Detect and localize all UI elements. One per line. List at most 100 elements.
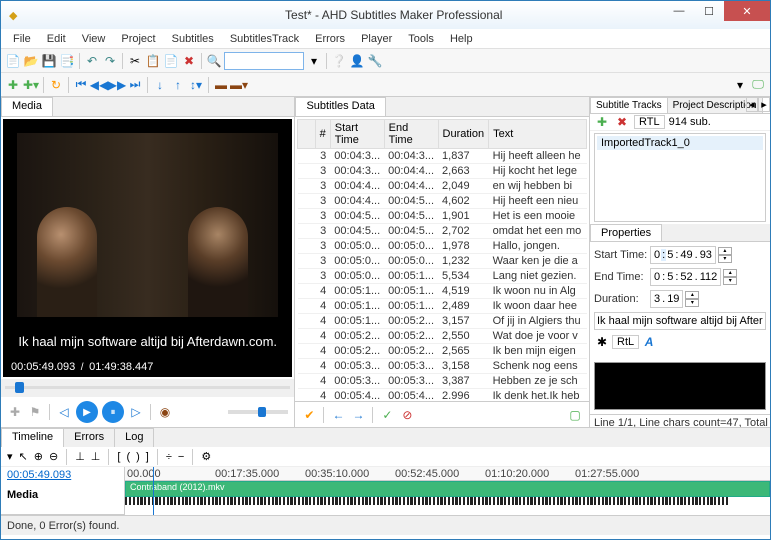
table-row[interactable]: 400:05:4...00:05:4...2,996Ik denk het.Ik… — [298, 389, 587, 400]
settings-icon[interactable]: 🔧 — [367, 53, 383, 69]
menu-help[interactable]: Help — [442, 31, 481, 47]
tab-nav-right-icon[interactable]: ▸ — [758, 97, 770, 112]
search-icon[interactable]: 🔍 — [206, 53, 222, 69]
apply-icon[interactable]: ✓ — [379, 407, 395, 423]
rtl-button[interactable]: RTL — [634, 115, 665, 129]
menu-edit[interactable]: Edit — [39, 31, 74, 47]
gear-icon[interactable]: ⚙ — [201, 450, 211, 463]
end-time-input[interactable]: 0 : 5 : 52 . 112 — [650, 268, 721, 286]
table-row[interactable]: 400:05:2...00:05:2...2,565Ik ben mijn ei… — [298, 344, 587, 359]
timeline-tab[interactable]: Timeline — [1, 428, 64, 447]
properties-tab[interactable]: Properties — [590, 224, 662, 241]
col-end[interactable]: End Time — [384, 120, 438, 149]
table-row[interactable]: 400:05:1...00:05:1...4,519Ik woon nu in … — [298, 284, 587, 299]
minimize-button[interactable]: — — [664, 1, 694, 21]
box-icon[interactable]: ▢ — [567, 407, 583, 423]
rtl-text-button[interactable]: RtL — [612, 335, 639, 349]
marker-up-icon[interactable]: ↑ — [170, 77, 186, 93]
table-row[interactable]: 400:05:2...00:05:2...2,550Wat doe je voo… — [298, 329, 587, 344]
pointer-tool-icon[interactable]: ↖ — [19, 450, 28, 463]
open-bracket-icon[interactable]: [ — [117, 451, 120, 463]
remove-track-icon[interactable]: ✖ — [614, 114, 630, 130]
copy-icon[interactable]: 📋 — [145, 53, 161, 69]
table-row[interactable]: 400:05:3...00:05:3...3,387Hebben ze je s… — [298, 374, 587, 389]
col-num[interactable]: # — [315, 120, 330, 149]
bracket-out-icon[interactable]: ⊥ — [91, 450, 101, 463]
close-bracket-icon[interactable]: ] — [146, 451, 149, 463]
errors-tab[interactable]: Errors — [63, 428, 115, 447]
playhead[interactable] — [153, 467, 154, 515]
tracks-list[interactable]: ImportedTrack1_0 — [594, 133, 766, 222]
cut-icon[interactable]: ✂ — [127, 53, 143, 69]
timeline-ruler[interactable]: 00.000 00:17:35.000 00:35:10.000 00:52:4… — [125, 467, 770, 481]
media-track-clip[interactable]: Contraband (2012).mkv — [125, 481, 770, 497]
duration-input[interactable]: 3 . 19 — [650, 290, 683, 308]
record-icon[interactable]: ◉ — [157, 404, 173, 420]
redo-icon[interactable]: ↷ — [102, 53, 118, 69]
step-fwd-icon[interactable]: ▷ — [128, 404, 144, 420]
menu-tools[interactable]: Tools — [400, 31, 442, 47]
col-dur[interactable]: Duration — [438, 120, 489, 149]
table-row[interactable]: 300:04:5...00:04:5...1,901Het is een moo… — [298, 209, 587, 224]
seek-back-icon[interactable]: ◀◀ — [91, 77, 107, 93]
new-icon[interactable]: 📄 — [5, 53, 21, 69]
font-icon[interactable]: A — [641, 334, 657, 350]
start-time-spinner[interactable]: ▴▾ — [718, 247, 732, 263]
pause-button[interactable]: ⏸ — [102, 401, 124, 423]
save-icon[interactable]: 💾 — [41, 53, 57, 69]
marker-dropdown-icon[interactable]: ↕▾ — [188, 77, 204, 93]
duration-spinner[interactable]: ▴▾ — [685, 291, 699, 307]
play-button[interactable]: ▶ — [76, 401, 98, 423]
zoom-out-icon[interactable]: ⊖ — [49, 450, 58, 463]
item2-icon[interactable]: ▬▾ — [231, 77, 247, 93]
add-track-icon[interactable]: ✚ — [594, 114, 610, 130]
timeline-current-time[interactable]: 00:05:49.093 — [7, 469, 118, 481]
delete-icon[interactable]: ✖ — [181, 53, 197, 69]
check-icon[interactable]: ✔ — [301, 407, 317, 423]
open-icon[interactable]: 📂 — [23, 53, 39, 69]
paren-open-icon[interactable]: ( — [126, 451, 130, 463]
help-icon[interactable]: ❔ — [331, 53, 347, 69]
table-row[interactable]: 300:05:0...00:05:0...1,978Hallo, jongen. — [298, 239, 587, 254]
subtitles-table[interactable]: # Start Time End Time Duration Text 300:… — [297, 119, 587, 399]
cancel-icon[interactable]: ⊘ — [399, 407, 415, 423]
add-line-icon[interactable]: ✱ — [594, 334, 610, 350]
start-time-input[interactable]: 0 : 5 : 49 . 93 — [650, 246, 716, 264]
end-time-spinner[interactable]: ▴▾ — [723, 269, 737, 285]
next-sub-icon[interactable]: → — [350, 407, 366, 423]
add-marker-icon[interactable]: ✚ — [7, 404, 23, 420]
prev-sub-icon[interactable]: ← — [330, 407, 346, 423]
table-row[interactable]: 300:04:3...00:04:3...1,837Hij heeft alle… — [298, 149, 587, 164]
bracket-in-icon[interactable]: ⊥ — [75, 450, 85, 463]
undo-icon[interactable]: ↶ — [84, 53, 100, 69]
menu-view[interactable]: View — [74, 31, 114, 47]
col-start[interactable]: Start Time — [330, 120, 384, 149]
media-seek-slider[interactable] — [1, 379, 294, 397]
table-row[interactable]: 400:05:3...00:05:3...3,158Schenk nog een… — [298, 359, 587, 374]
tab-nav-left-icon[interactable]: ◂ — [746, 97, 758, 112]
seek-fwd-icon[interactable]: ▶▶ — [109, 77, 125, 93]
menu-errors[interactable]: Errors — [307, 31, 353, 47]
table-row[interactable]: 300:05:0...00:05:0...1,232Waar ken je di… — [298, 254, 587, 269]
paren-close-icon[interactable]: ) — [136, 451, 140, 463]
minus-icon[interactable]: − — [178, 451, 184, 463]
monitor-icon[interactable]: 🖵 — [750, 77, 766, 93]
subtitles-tab[interactable]: Subtitles Data — [295, 97, 385, 116]
zoom-dropdown-icon[interactable]: ▾ — [7, 450, 13, 463]
add-dropdown-icon[interactable]: ✚▾ — [23, 77, 39, 93]
menu-file[interactable]: File — [5, 31, 39, 47]
table-row[interactable]: 300:04:5...00:04:5...2,702omdat het een … — [298, 224, 587, 239]
maximize-button[interactable]: ☐ — [694, 1, 724, 21]
marker-down-icon[interactable]: ↓ — [152, 77, 168, 93]
paste-icon[interactable]: 📄 — [163, 53, 179, 69]
close-button[interactable]: ✕ — [724, 1, 770, 21]
col-text[interactable]: Text — [489, 120, 587, 149]
table-row[interactable]: 400:05:1...00:05:2...3,157Of jij in Algi… — [298, 314, 587, 329]
item1-icon[interactable]: ▬ — [213, 77, 229, 93]
timeline-track-area[interactable]: 00.000 00:17:35.000 00:35:10.000 00:52:4… — [125, 467, 770, 515]
subtitle-text-input[interactable] — [594, 312, 766, 330]
add-icon[interactable]: ✚ — [5, 77, 21, 93]
track-item[interactable]: ImportedTrack1_0 — [597, 136, 763, 150]
log-tab[interactable]: Log — [114, 428, 154, 447]
menu-project[interactable]: Project — [113, 31, 163, 47]
